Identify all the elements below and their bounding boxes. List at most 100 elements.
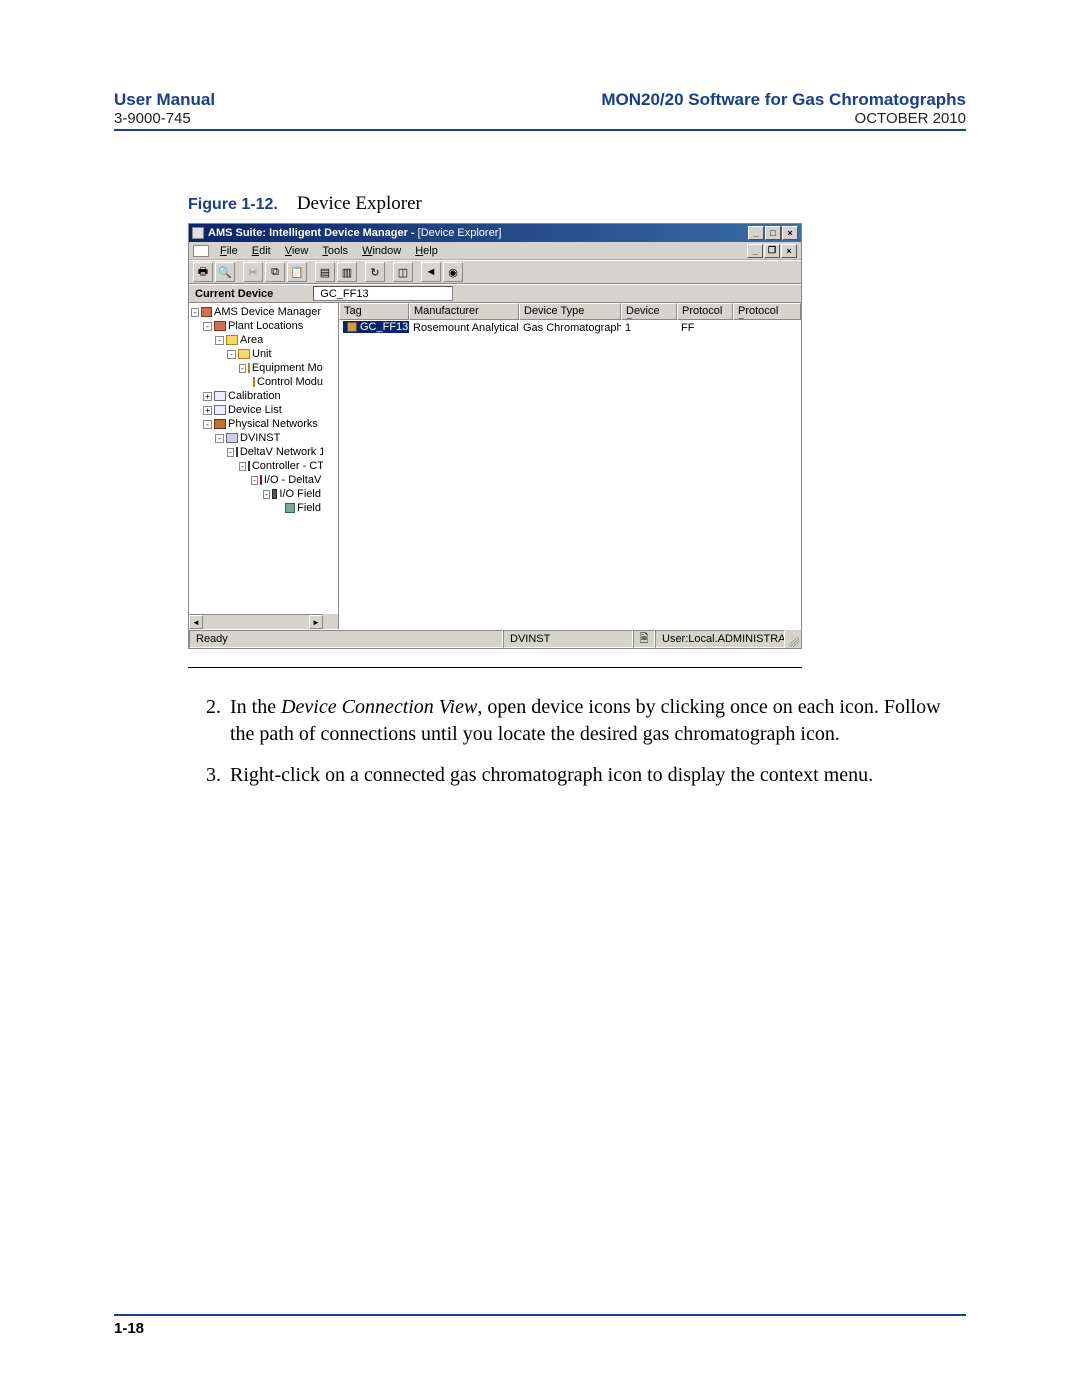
mdi-minimize-button[interactable]: _: [747, 244, 763, 258]
selected-tag-cell[interactable]: GC_FF13: [343, 321, 409, 333]
toolbar-back-button[interactable]: ◄: [421, 262, 441, 282]
list-header: Tag Manufacturer Device Type Device Rev …: [339, 303, 801, 320]
device-icon: [347, 322, 357, 332]
app-window: AMS Suite: Intelligent Device Manager - …: [188, 223, 802, 649]
tree-equipment-module[interactable]: Equipment Modu: [252, 361, 323, 375]
header-right-title: MON20/20 Software for Gas Chromatographs: [601, 90, 966, 110]
menu-help[interactable]: Help: [408, 245, 445, 257]
toolbar-device-button[interactable]: ◫: [393, 262, 413, 282]
col-protocol[interactable]: Protocol: [677, 303, 733, 320]
tree-area[interactable]: Area: [240, 333, 263, 347]
expander-icon[interactable]: -: [215, 336, 224, 345]
tree-field[interactable]: Field: [297, 501, 321, 515]
toolbar: 🖶 🔍 ✂ ⧉ 📋 ▤ ▥ ↻ ◫ ◄ ◉: [189, 260, 801, 284]
title-bar: AMS Suite: Intelligent Device Manager - …: [189, 224, 801, 242]
cell-protocol: FF: [677, 322, 733, 334]
physical-networks-icon: [214, 419, 226, 429]
col-manufacturer[interactable]: Manufacturer: [409, 303, 519, 320]
body-text: In the Device Connection View, open devi…: [114, 694, 966, 789]
expander-icon[interactable]: -: [191, 308, 199, 317]
status-doc-icon: 🗎: [633, 630, 655, 648]
explorer-body: -AMS Device Manager -Plant Locations -Ar…: [189, 303, 801, 629]
header-left-title: User Manual: [114, 90, 215, 110]
expander-icon[interactable]: -: [227, 448, 234, 457]
tree-device-list[interactable]: Device List: [228, 403, 282, 417]
expander-icon[interactable]: -: [239, 462, 246, 471]
resize-grip-icon[interactable]: [785, 630, 801, 649]
calibration-icon: [214, 391, 226, 401]
mdi-close-button[interactable]: ×: [781, 244, 797, 258]
expander-icon[interactable]: +: [203, 406, 212, 415]
menu-view[interactable]: View: [278, 245, 316, 257]
step-3: Right-click on a connected gas chromatog…: [226, 762, 966, 789]
toolbar-paste-button[interactable]: 📋: [287, 262, 307, 282]
expander-icon[interactable]: -: [215, 434, 224, 443]
scroll-corner: [323, 614, 338, 629]
menu-window[interactable]: Window: [355, 245, 408, 257]
tree-controller[interactable]: Controller - CTLR: [252, 459, 323, 473]
plant-locations-icon: [214, 321, 226, 331]
expander-icon[interactable]: -: [239, 364, 246, 373]
tree-deltav-network[interactable]: DeltaV Network 1: [240, 445, 323, 459]
folder-icon: [253, 377, 255, 387]
menu-file[interactable]: File: [213, 245, 245, 257]
cell-manufacturer: Rosemount Analytical: [409, 322, 519, 334]
toolbar-copy-button[interactable]: ⧉: [265, 262, 285, 282]
expander-icon[interactable]: +: [203, 392, 212, 401]
toolbar-stop-button[interactable]: ◉: [443, 262, 463, 282]
device-list-icon: [214, 405, 226, 415]
col-tag[interactable]: Tag: [339, 303, 409, 320]
tree-calibration[interactable]: Calibration: [228, 389, 281, 403]
field-icon: [285, 503, 296, 513]
scroll-left-icon[interactable]: ◄: [189, 615, 203, 629]
toolbar-tileh-button[interactable]: ▤: [315, 262, 335, 282]
list-pane[interactable]: Tag Manufacturer Device Type Device Rev …: [339, 303, 801, 629]
figure-rule: [188, 667, 802, 668]
col-device-type[interactable]: Device Type: [519, 303, 621, 320]
figure-title: Device Explorer: [297, 193, 422, 214]
window-minimize-button[interactable]: _: [748, 226, 764, 240]
scroll-right-icon[interactable]: ►: [309, 615, 323, 629]
status-user: User:Local.ADMINISTRA...: [655, 630, 785, 648]
tree-io-deltav[interactable]: I/O - DeltaV: [264, 473, 321, 487]
toolbar-print-button[interactable]: 🖶: [193, 262, 213, 282]
list-row[interactable]: GC_FF13 Rosemount Analytical Gas Chromat…: [339, 320, 801, 336]
tree-pane[interactable]: -AMS Device Manager -Plant Locations -Ar…: [189, 303, 339, 629]
figure-number: Figure 1-12.: [188, 196, 278, 213]
expander-icon[interactable]: -: [203, 420, 212, 429]
tree-plant-locations[interactable]: Plant Locations: [228, 319, 303, 333]
col-protocol-rev[interactable]: Protocol Rev: [733, 303, 801, 320]
tree-physical-networks[interactable]: Physical Networks: [228, 417, 318, 431]
tree-root[interactable]: AMS Device Manager: [214, 305, 321, 319]
current-device-field[interactable]: GC_FF13: [313, 286, 453, 301]
expander-icon[interactable]: -: [203, 322, 212, 331]
expander-icon[interactable]: -: [263, 490, 270, 499]
toolbar-refresh-button[interactable]: ↻: [365, 262, 385, 282]
menu-tools[interactable]: Tools: [315, 245, 355, 257]
window-maximize-button[interactable]: □: [765, 226, 781, 240]
toolbar-tilev-button[interactable]: ▥: [337, 262, 357, 282]
current-device-label: Current Device: [195, 288, 313, 300]
menu-edit[interactable]: Edit: [245, 245, 278, 257]
mdi-restore-button[interactable]: ❐: [764, 244, 780, 258]
toolbar-cut-button[interactable]: ✂: [243, 262, 263, 282]
expander-icon[interactable]: -: [227, 350, 236, 359]
toolbar-preview-button[interactable]: 🔍: [215, 262, 235, 282]
figure-caption: Figure 1-12. Device Explorer: [188, 193, 966, 215]
status-bar: Ready DVINST 🗎 User:Local.ADMINISTRA...: [189, 629, 801, 648]
tree-h-scrollbar[interactable]: ◄ ►: [189, 614, 323, 629]
header-right-sub: OCTOBER 2010: [601, 110, 966, 127]
window-close-button[interactable]: ×: [782, 226, 798, 240]
tree-dvinst[interactable]: DVINST: [240, 431, 280, 445]
col-device-rev[interactable]: Device Rev: [621, 303, 677, 320]
tree-unit[interactable]: Unit: [252, 347, 272, 361]
page-header: User Manual 3-9000-745 MON20/20 Software…: [114, 90, 966, 131]
io-field-icon: [272, 489, 278, 499]
host-icon: [226, 433, 238, 443]
status-ready: Ready: [189, 630, 503, 648]
tree-control-module[interactable]: Control Modu: [257, 375, 323, 389]
header-left-sub: 3-9000-745: [114, 110, 215, 127]
document-icon: [193, 245, 209, 257]
expander-icon[interactable]: -: [251, 476, 258, 485]
tree-io-field[interactable]: I/O Field: [279, 487, 321, 501]
